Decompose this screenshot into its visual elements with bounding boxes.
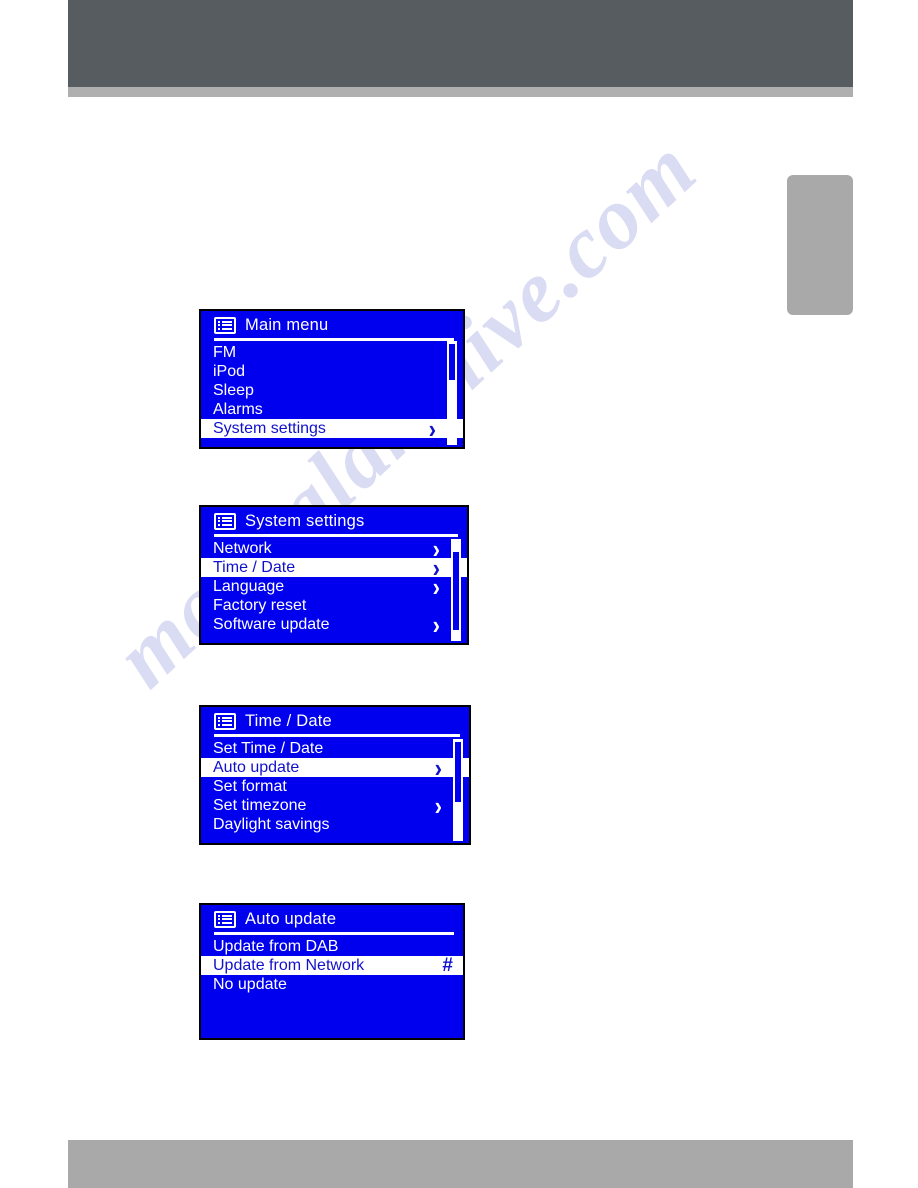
lcd-menu-item-label: Set timezone bbox=[213, 796, 307, 814]
lcd-menu-item-label: Set format bbox=[213, 777, 287, 795]
lcd-menu-item[interactable]: Update from DAB bbox=[201, 937, 463, 956]
lcd-screens-group: Main menu FM iPod Sleep Alarms System setting… bbox=[0, 0, 918, 1188]
lcd-menu-item[interactable]: Set timezone › bbox=[201, 793, 469, 819]
lcd-menu-item[interactable]: Alarms bbox=[201, 400, 463, 419]
lcd-scrollbar[interactable] bbox=[453, 739, 463, 841]
lcd-menu-item[interactable]: No update bbox=[201, 975, 463, 994]
lcd-menu-item-selected[interactable]: Auto update › bbox=[201, 755, 469, 781]
chevron-right-icon: › bbox=[428, 413, 437, 444]
lcd-menu-item-label: Update from Network bbox=[213, 956, 365, 974]
lcd-menu-item[interactable]: iPod bbox=[201, 362, 463, 381]
lcd-title-text: Time / Date bbox=[245, 711, 332, 730]
lcd-menu-item-label: Alarms bbox=[213, 400, 263, 418]
lcd-menu-item-label: Daylight savings bbox=[213, 815, 330, 833]
lcd-menu-item-selected[interactable]: Time / Date › bbox=[201, 555, 467, 581]
lcd-menu-item-label: No update bbox=[213, 975, 287, 993]
lcd-title-bar: Main menu bbox=[201, 311, 463, 337]
lcd-title-text: System settings bbox=[245, 511, 365, 530]
lcd-menu-item[interactable]: Set Time / Date bbox=[201, 739, 469, 758]
lcd-menu-item[interactable]: FM bbox=[201, 343, 463, 362]
menu-list-icon bbox=[214, 910, 236, 928]
lcd-screen-main-menu: Main menu FM iPod Sleep Alarms System setting… bbox=[199, 309, 465, 449]
lcd-menu-item-selected[interactable]: System settings › bbox=[201, 416, 463, 442]
chevron-right-icon: › bbox=[432, 609, 441, 640]
lcd-menu-item-label: Network bbox=[213, 539, 272, 557]
lcd-scrollbar-thumb[interactable] bbox=[449, 344, 455, 380]
lcd-screen-auto-update: Auto update Update from DAB Update from Ne… bbox=[199, 903, 465, 1040]
lcd-title-bar: Auto update bbox=[201, 905, 463, 931]
lcd-menu-item-marker: # bbox=[442, 955, 453, 976]
lcd-title-text: Auto update bbox=[245, 909, 337, 928]
lcd-title-bar: Time / Date bbox=[201, 707, 469, 733]
lcd-menu-item[interactable]: Daylight savings bbox=[201, 815, 469, 834]
lcd-menu-item[interactable]: Language › bbox=[201, 574, 467, 600]
lcd-scrollbar[interactable] bbox=[451, 539, 461, 641]
lcd-scrollbar-thumb[interactable] bbox=[455, 742, 461, 802]
lcd-menu-item-label: Time / Date bbox=[213, 558, 296, 576]
lcd-menu-item-selected[interactable]: Update from Network # bbox=[201, 956, 463, 975]
lcd-menu-item-label: System settings bbox=[213, 419, 326, 437]
lcd-menu-list: FM iPod Sleep Alarms System settings › bbox=[201, 341, 463, 442]
lcd-menu-item-label: Factory reset bbox=[213, 596, 307, 614]
lcd-screen-time-date: Time / Date Set Time / Date Auto update › Se… bbox=[199, 705, 471, 845]
menu-list-icon bbox=[214, 316, 236, 334]
lcd-menu-item[interactable]: Factory reset bbox=[201, 596, 467, 615]
lcd-menu-item[interactable]: Sleep bbox=[201, 381, 463, 400]
lcd-menu-item-label: Language bbox=[213, 577, 285, 595]
lcd-menu-list: Update from DAB Update from Network # No up… bbox=[201, 935, 463, 994]
lcd-menu-list: Network › Time / Date › Language › Factory res… bbox=[201, 536, 467, 638]
lcd-title-bar: System settings bbox=[201, 507, 467, 533]
lcd-menu-item-label: Update from DAB bbox=[213, 937, 339, 955]
lcd-menu-item[interactable]: Set format bbox=[201, 777, 469, 796]
lcd-menu-item-label: Software update bbox=[213, 615, 330, 633]
lcd-menu-item-label: Set Time / Date bbox=[213, 739, 324, 757]
lcd-scrollbar-thumb[interactable] bbox=[453, 552, 459, 630]
lcd-title-text: Main menu bbox=[245, 315, 329, 334]
lcd-menu-list: Set Time / Date Auto update › Set format Set… bbox=[201, 737, 469, 834]
lcd-screen-system-settings: System settings Network › Time / Date › Langu… bbox=[199, 505, 469, 645]
lcd-menu-item-label: FM bbox=[213, 343, 237, 361]
lcd-scrollbar[interactable] bbox=[447, 341, 457, 445]
lcd-menu-item[interactable]: Software update › bbox=[201, 612, 467, 638]
menu-list-icon bbox=[214, 512, 236, 530]
menu-list-icon bbox=[214, 712, 236, 730]
lcd-menu-item-label: iPod bbox=[213, 362, 246, 380]
lcd-menu-item-label: Auto update bbox=[213, 758, 300, 776]
lcd-menu-item[interactable]: Network › bbox=[201, 536, 467, 562]
lcd-menu-item-label: Sleep bbox=[213, 381, 254, 399]
